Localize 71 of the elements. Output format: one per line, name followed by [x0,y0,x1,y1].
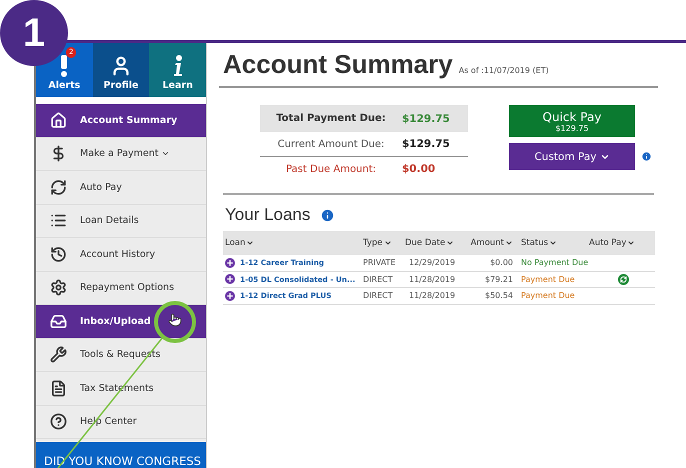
summary-value: $129.75 [402,138,451,150]
sidebar-item[interactable]: Repayment Options [36,272,206,305]
page-title: Account Summary [223,49,453,80]
status-text: Payment Due [520,274,576,284]
sidebar-label: Auto Pay [80,182,122,193]
document-icon [50,380,66,397]
tile-label: Alerts [48,80,80,91]
table-cell-text: 12/29/2019 [408,258,456,268]
expand-icon[interactable] [225,258,235,268]
expand-icon[interactable] [225,290,235,301]
tile-label: Profile [104,80,138,91]
sidebar-label: Repayment Options [80,282,174,294]
status-text: No Payment Due [520,258,589,268]
info-icon [172,55,183,77]
expand-icon[interactable] [225,274,235,284]
tile-label: Learn [162,80,193,91]
inbox-icon [50,312,66,330]
profile-tile[interactable]: Profile [92,43,150,97]
status-text: Payment Due [520,291,576,300]
as-of-date: As of :11/07/2019 (ET) [458,66,549,75]
sidebar-label: Inbox/Upload [80,316,151,327]
home-icon [50,112,66,129]
learn-tile[interactable]: Learn [149,43,206,97]
summary-label: Total Payment Due: [275,113,387,124]
summary-label: Past Due Amount: [284,164,378,174]
gear-icon [50,279,66,296]
column-header[interactable]: Amount [469,238,517,248]
alert-icon [60,55,68,77]
step-badge: 1 [0,0,68,66]
sort-caret-icon [384,239,392,247]
table-cell-text: $0.00 [489,258,514,268]
table-cell-text: $79.21 [484,274,514,284]
info-icon[interactable] [641,151,652,162]
custom-pay-button[interactable]: Custom Pay [509,143,635,170]
sidebar-label: Account Summary [80,114,178,126]
table-cell-text: 11/28/2019 [408,274,456,284]
column-header[interactable]: Type [363,238,405,248]
auto-pay-icon [618,274,628,285]
table-cell-text: 11/28/2019 [408,291,456,300]
column-header[interactable]: Status [517,238,589,248]
table-cell-text: DIRECT [363,274,394,284]
table-cell-text: $50.54 [484,291,514,300]
sidebar-label: Loan Details [80,215,139,226]
list-icon [50,212,66,230]
summary-value: $129.75 [402,112,451,124]
refresh-icon [50,178,66,196]
section-title: Your Loans [225,205,310,225]
quick-pay-button[interactable]: Quick Pay $129.75 [509,105,635,137]
sidebar-item[interactable]: Account Summary [36,104,206,138]
column-header[interactable]: Auto Pay [589,238,657,248]
column-header[interactable]: Loan [225,238,363,248]
sidebar-label: Account History [80,248,156,260]
sort-caret-icon [246,239,254,247]
table-cell-text: DIRECT [363,291,394,300]
sort-caret-icon [446,239,454,247]
history-icon [50,246,66,263]
table-cell-text: PRIVATE [363,258,396,268]
summary-label: Current Amount Due: [276,138,386,150]
sort-caret-icon [549,239,558,247]
info-icon[interactable] [320,208,336,222]
sidebar-item[interactable]: Inbox/Upload [36,305,206,338]
column-header[interactable]: Due Date [405,238,469,248]
sort-caret-icon [627,239,636,247]
sidebar-item[interactable]: Loan Details [36,204,206,238]
hand-cursor-icon [168,313,182,327]
help-icon [50,413,66,430]
sidebar-label: Make a Payment [80,148,170,160]
wrench-icon [50,346,66,364]
sidebar-item[interactable]: Make a Payment [36,138,206,171]
summary-value: $0.00 [402,163,436,175]
sort-caret-icon [505,239,513,247]
